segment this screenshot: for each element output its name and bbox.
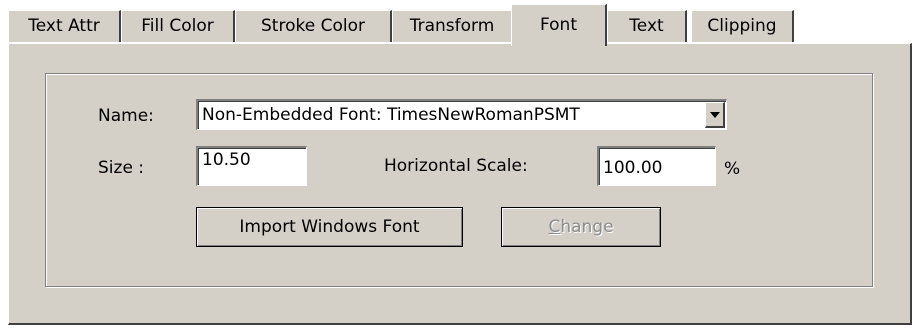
tab-transform[interactable]: Transform — [392, 10, 513, 42]
size-value: 10.50 — [202, 150, 251, 170]
change-mnemonic: C — [548, 217, 561, 237]
tab-label: Transform — [409, 16, 495, 36]
tab-font[interactable]: Font — [511, 4, 607, 46]
tab-stroke-color[interactable]: Stroke Color — [235, 10, 392, 42]
name-label: Name: — [98, 106, 154, 126]
tab-label: Text — [629, 16, 664, 36]
horizontal-scale-input[interactable]: 100.00 — [597, 146, 716, 186]
horizontal-scale-value: 100.00 — [603, 158, 663, 178]
tab-strip: Text Attr Fill Color Stroke Color Transf… — [8, 4, 912, 46]
chevron-down-icon — [709, 111, 720, 118]
size-label: Size : — [98, 158, 145, 178]
tab-label: Text Attr — [28, 16, 100, 36]
horizontal-scale-label: Horizontal Scale: — [384, 156, 528, 176]
font-name-value: Non-Embedded Font: TimesNewRomanPSMT — [202, 105, 580, 125]
tab-label: Fill Color — [141, 16, 214, 36]
tab-label: Stroke Color — [261, 16, 365, 36]
import-windows-font-label: Import Windows Font — [239, 217, 420, 237]
import-windows-font-button[interactable]: Import Windows Font — [196, 207, 463, 247]
font-tab-panel: Name: Non-Embedded Font: TimesNewRomanPS… — [8, 43, 912, 325]
font-name-dropdown-button[interactable] — [705, 102, 725, 128]
tab-label: Font — [539, 15, 577, 35]
tab-text-attr[interactable]: Text Attr — [8, 10, 121, 42]
tab-text[interactable]: Text — [607, 10, 687, 42]
size-input[interactable]: 10.50 — [196, 146, 307, 186]
change-button[interactable]: Change — [501, 207, 661, 247]
tab-fill-color[interactable]: Fill Color — [121, 10, 235, 42]
font-group-box: Name: Non-Embedded Font: TimesNewRomanPS… — [45, 73, 873, 287]
tab-label: Clipping — [707, 16, 777, 36]
percent-unit-label: % — [724, 159, 741, 179]
font-name-combobox[interactable]: Non-Embedded Font: TimesNewRomanPSMT — [196, 99, 727, 130]
tab-clipping[interactable]: Clipping — [691, 10, 794, 42]
change-label-rest: hange — [560, 217, 614, 237]
